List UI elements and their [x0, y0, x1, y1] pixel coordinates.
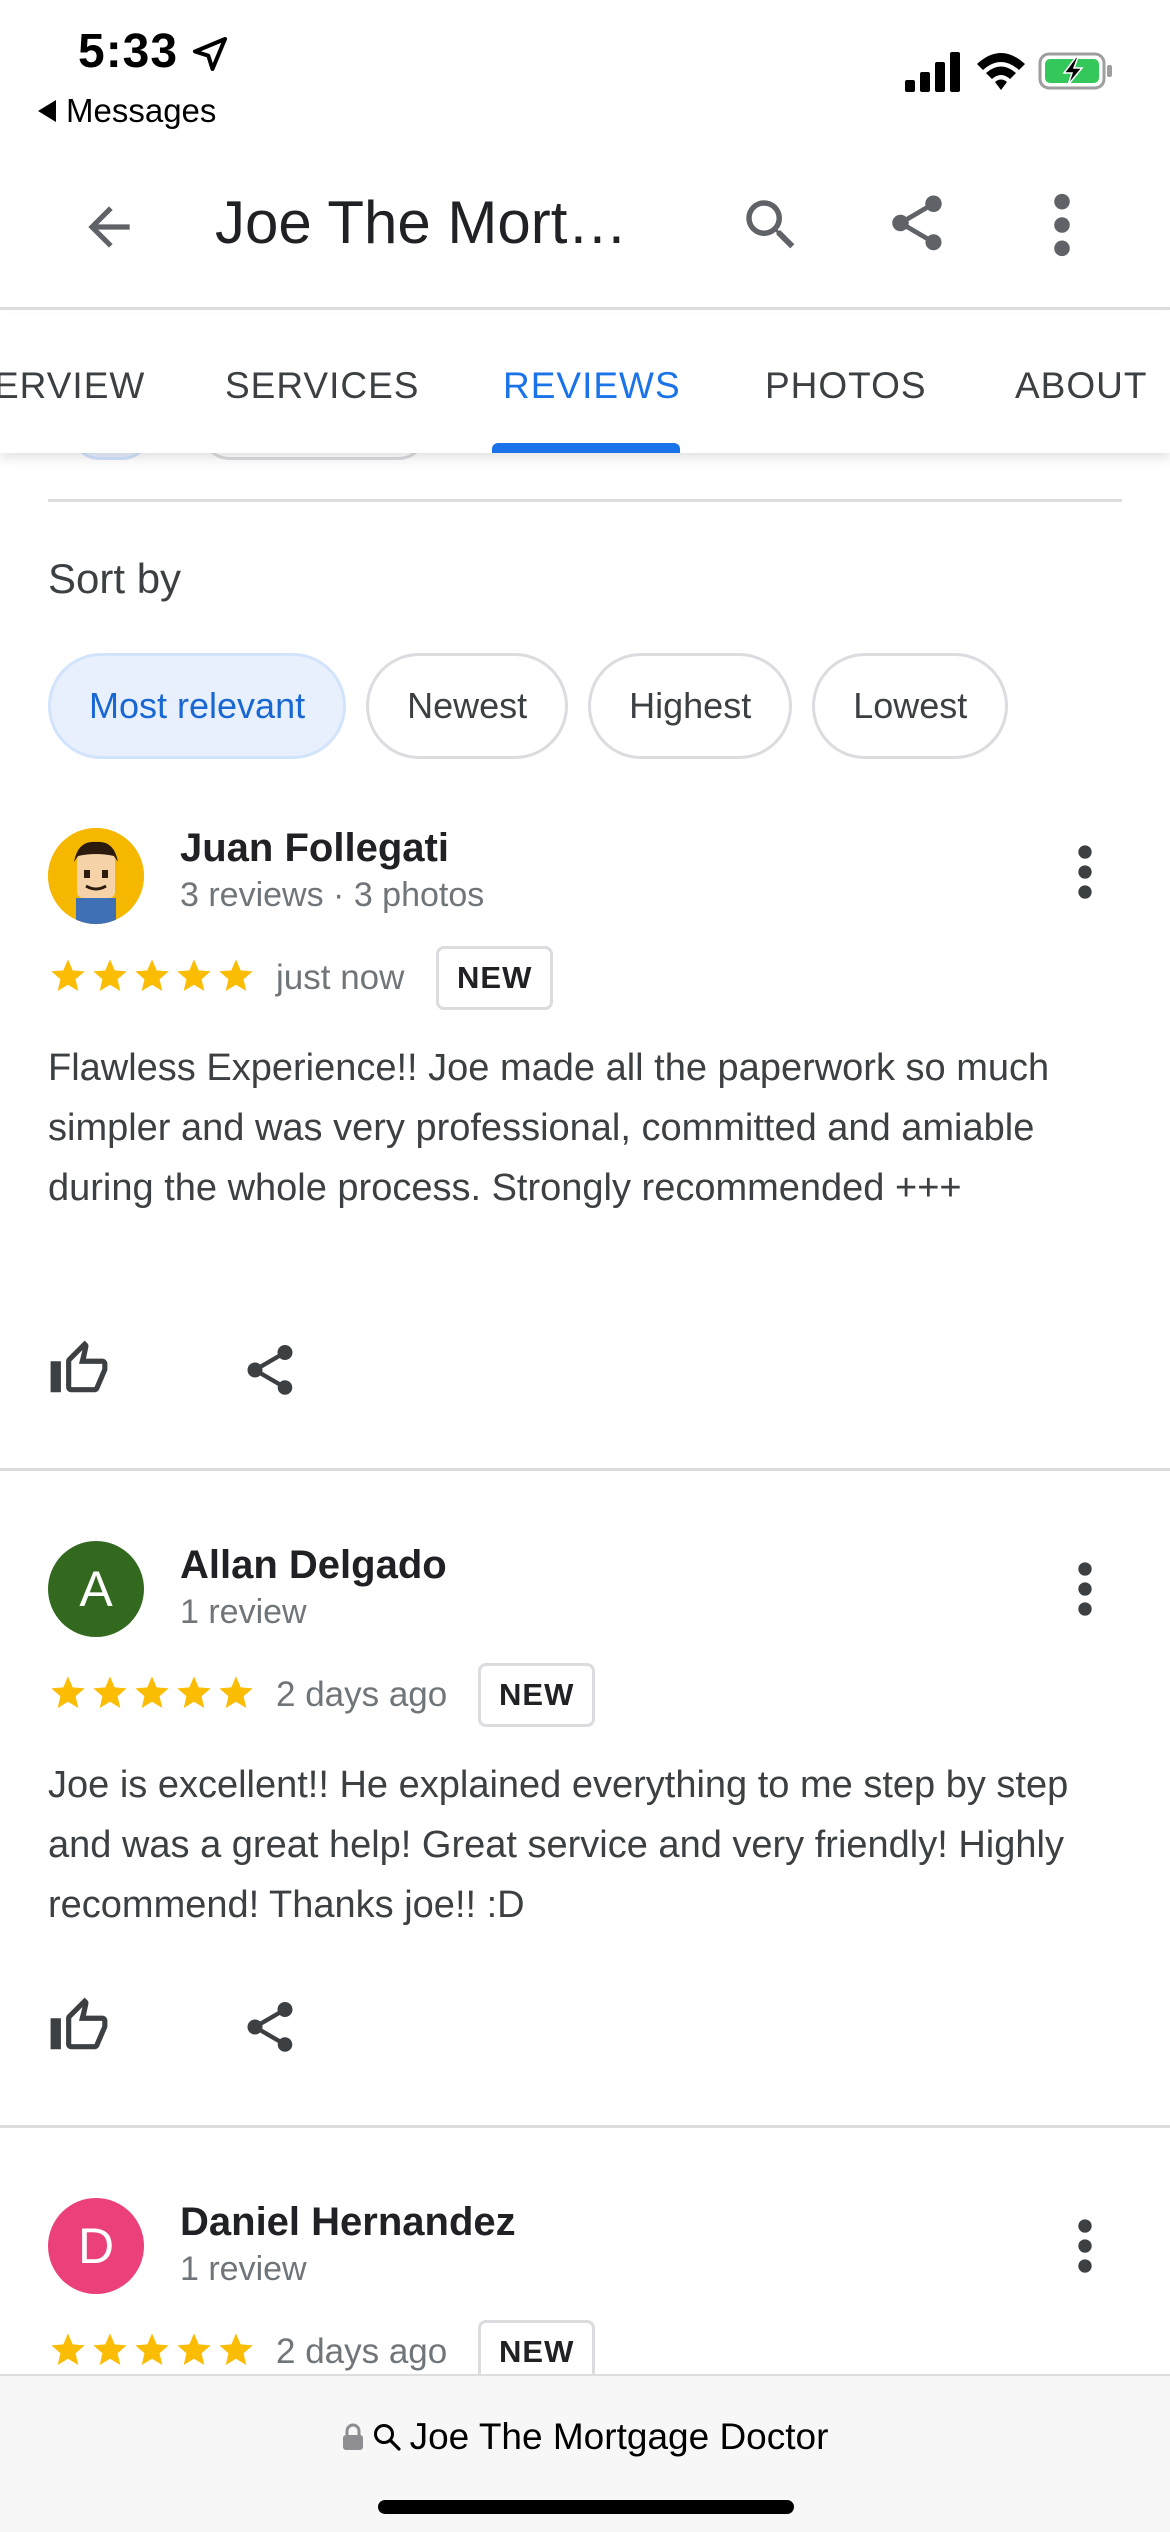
tab-overview[interactable]: ERVIEW: [0, 365, 145, 407]
url-display[interactable]: Joe The Mortgage Doctor: [0, 2416, 1170, 2458]
review-text: Joe is excellent!! He explained everythi…: [48, 1764, 1069, 1926]
back-triangle-icon: [38, 100, 56, 122]
search-icon[interactable]: [738, 192, 804, 258]
star-icon: [177, 959, 211, 991]
avatar-letter: A: [79, 1561, 113, 1617]
status-time: 5:33: [78, 25, 179, 78]
sort-chip-lowest[interactable]: Lowest: [812, 653, 1009, 759]
star-icon: [93, 959, 127, 991]
wifi-icon: [977, 53, 1025, 90]
star-icon: [219, 1676, 253, 1708]
star-icon: [177, 1676, 211, 1708]
page-title: Joe The Mort…: [215, 189, 628, 256]
star-rating: [48, 2330, 256, 2374]
review-separator: [0, 2125, 1170, 2128]
back-app-label: Messages: [66, 92, 217, 129]
tab-services[interactable]: SERVICES: [225, 365, 419, 407]
star-icon: [51, 2333, 85, 2365]
reviewer-name[interactable]: Daniel Hernandez: [180, 2200, 516, 2245]
review-time: just now: [276, 958, 405, 997]
cellular-signal-icon: [905, 52, 960, 92]
reviewer-meta: 1 review: [180, 1593, 307, 1631]
avatar[interactable]: A: [48, 1541, 144, 1637]
reviewer-meta: 1 review: [180, 2250, 307, 2288]
status-bar: 5:33 Messages: [0, 0, 1170, 140]
search-small-icon: [373, 2424, 401, 2451]
reviewer-name[interactable]: Allan Delgado: [180, 1543, 447, 1588]
sort-chip-highest[interactable]: Highest: [588, 653, 793, 759]
star-icon: [135, 2333, 169, 2365]
new-badge: NEW: [436, 946, 554, 1010]
tab-bar: ERVIEW SERVICES REVIEWS PHOTOS ABOUT: [0, 313, 1170, 453]
sort-chips: Most relevant Newest Highest Lowest: [48, 653, 1009, 759]
sort-chip-newest[interactable]: Newest: [366, 653, 569, 759]
more-options-icon[interactable]: [1040, 190, 1084, 260]
star-icon: [135, 1676, 169, 1708]
star-icon: [93, 1676, 127, 1708]
sort-chip-most-relevant[interactable]: Most relevant: [48, 653, 347, 759]
review-more-options-icon[interactable]: [1070, 842, 1100, 902]
avatar[interactable]: [48, 828, 144, 924]
share-icon[interactable]: [884, 190, 950, 256]
url-text: Joe The Mortgage Doctor: [409, 2416, 829, 2457]
new-badge: NEW: [478, 1663, 596, 1727]
star-icon: [219, 2333, 253, 2365]
star-icon: [51, 959, 85, 991]
avatar[interactable]: D: [48, 2198, 144, 2294]
thumbs-up-icon[interactable]: [48, 1338, 110, 1400]
thumbs-up-icon[interactable]: [48, 1995, 110, 2057]
battery-charging-icon: [1038, 52, 1112, 90]
review-more-options-icon[interactable]: [1070, 1559, 1100, 1619]
browser-url-bar[interactable]: Joe The Mortgage Doctor: [0, 2374, 1170, 2532]
star-rating: [48, 1673, 256, 1717]
review-text: Flawless Experience!! Joe made all the p…: [48, 1047, 1050, 1209]
lock-icon: [342, 2423, 363, 2450]
share-review-icon[interactable]: [240, 1997, 300, 2057]
review-more-options-icon[interactable]: [1070, 2216, 1100, 2276]
star-rating: [48, 956, 256, 1000]
divider: [48, 499, 1122, 502]
back-to-messages-link[interactable]: Messages: [38, 92, 216, 130]
share-review-icon[interactable]: [240, 1340, 300, 1400]
star-icon: [135, 959, 169, 991]
review-separator: [0, 1468, 1170, 1471]
tab-about[interactable]: ABOUT: [1015, 365, 1147, 407]
reviewer-meta: 3 reviews · 3 photos: [180, 876, 485, 914]
star-icon: [177, 2333, 211, 2365]
app-bar: Joe The Mort…: [0, 150, 1170, 310]
back-arrow-icon[interactable]: [78, 196, 140, 258]
cartoon-avatar-icon: [48, 828, 144, 924]
review-time: 2 days ago: [276, 2332, 448, 2371]
star-icon: [51, 1676, 85, 1708]
avatar-letter: D: [77, 2218, 115, 2274]
tab-photos[interactable]: PHOTOS: [765, 365, 927, 407]
star-icon: [93, 2333, 127, 2365]
star-icon: [219, 959, 253, 991]
location-arrow-icon: [193, 37, 227, 71]
reviewer-name[interactable]: Juan Follegati: [180, 826, 449, 871]
active-tab-indicator: [492, 443, 680, 453]
sort-by-label: Sort by: [48, 555, 182, 602]
home-indicator[interactable]: [378, 2500, 794, 2514]
tab-reviews[interactable]: REVIEWS: [503, 365, 681, 407]
review-time: 2 days ago: [276, 1675, 448, 1714]
